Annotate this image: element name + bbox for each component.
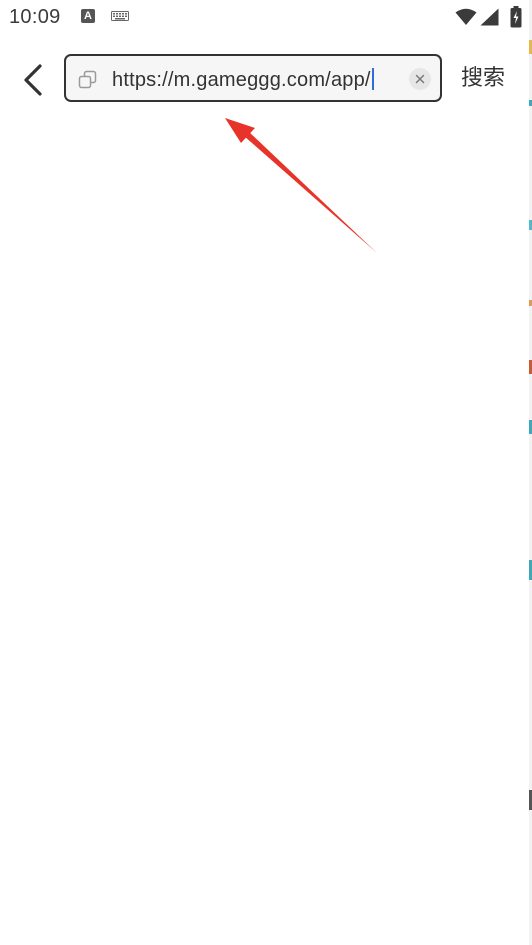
battery-icon (510, 6, 522, 28)
annotation-arrow (225, 118, 377, 253)
search-input-value: https://m.gameggg.com/app/ (112, 69, 371, 91)
back-button[interactable] (18, 62, 50, 98)
search-box[interactable]: https://m.gameggg.com/app/ (64, 54, 442, 102)
copy-icon (78, 70, 97, 89)
status-time: 10:09 (9, 6, 61, 28)
chevron-left-icon (24, 64, 42, 96)
clear-button[interactable] (409, 68, 431, 90)
close-icon (415, 74, 425, 84)
text-caret (371, 68, 374, 90)
search-button[interactable]: 搜索 (461, 64, 505, 92)
keyboard-icon (111, 11, 129, 21)
screen: 10:09 A https://m.gameggg.com/app/ 搜索 (0, 0, 532, 945)
a-icon: A (81, 9, 95, 23)
signal-icon (480, 8, 499, 26)
wifi-icon (455, 8, 477, 25)
search-input[interactable]: https://m.gameggg.com/app/ (112, 68, 374, 92)
status-bar: 10:09 A (0, 0, 532, 36)
